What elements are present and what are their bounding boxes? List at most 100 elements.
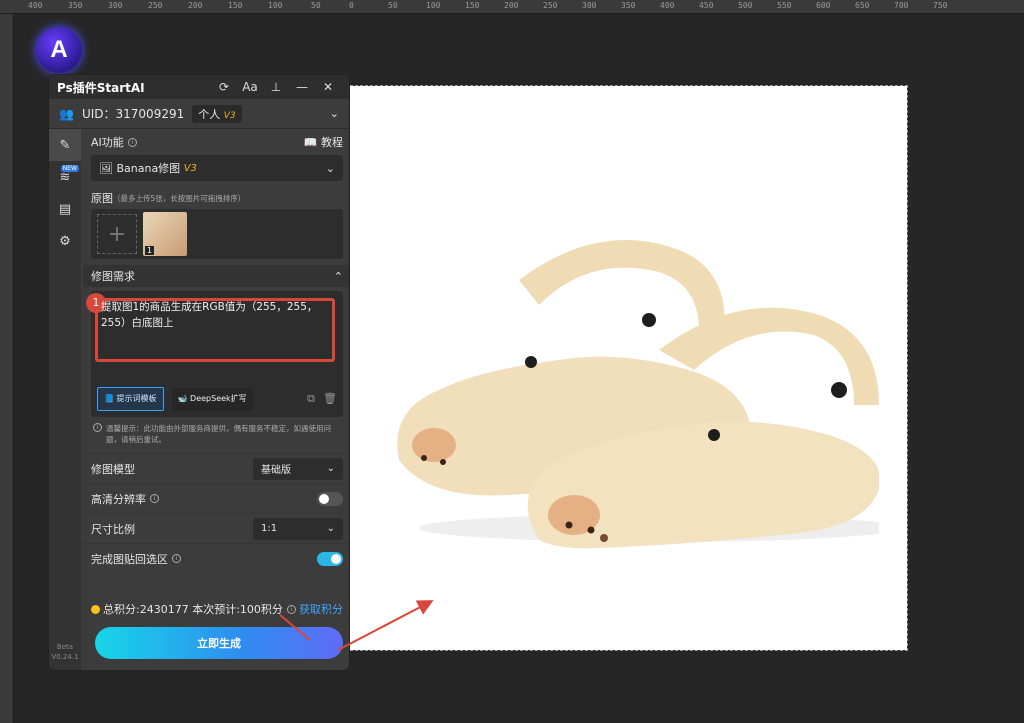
info-icon: i: [93, 423, 102, 432]
ai-feature-label: AI功能: [91, 136, 124, 149]
tip-text: 温馨提示：此功能由外部服务商提供，偶有服务不稳定，如遇使用问题，请稍后重试。: [106, 424, 331, 444]
hd-toggle[interactable]: [317, 491, 343, 506]
add-image-button[interactable]: +: [97, 214, 137, 254]
ruler-label: 100: [268, 1, 283, 10]
total-points: 总积分:2430177: [103, 603, 189, 616]
plan-badge: 个人 V3: [192, 104, 242, 123]
textarea-toolbar: 📘 提示词模板 🐋 DeepSeek扩写 ⧉ 🗑: [97, 387, 337, 411]
history-icon[interactable]: ⧉: [307, 391, 315, 407]
prompt-template-label: 提示词模板: [116, 394, 157, 403]
model-value: 基础版: [261, 465, 291, 476]
requirement-text: 提取图1的商品生成在RGB值为（255，255，255）白底图上: [101, 301, 318, 329]
user-id: UID：317009291: [81, 107, 185, 121]
ruler-label: 450: [699, 1, 714, 10]
generate-button[interactable]: 立即生成: [95, 627, 343, 659]
ratio-label: 尺寸比例: [91, 522, 135, 536]
hd-option: 高清分辨率 i: [83, 483, 349, 513]
close-icon[interactable]: ✕: [315, 80, 341, 94]
chevron-down-icon: ⌄: [326, 523, 335, 534]
refresh-icon[interactable]: ⟳: [211, 80, 237, 94]
requirement-label: 修图需求: [91, 270, 135, 283]
version-label: Beta V0.24.1: [49, 642, 81, 662]
document-icon[interactable]: ▤: [49, 193, 81, 225]
ruler-label: 400: [660, 1, 675, 10]
image-icon: 🖼: [99, 161, 113, 175]
version-beta: Beta: [56, 643, 74, 651]
logo-glyph: A: [50, 36, 68, 63]
layers-icon[interactable]: ≋ NEW: [49, 161, 81, 193]
tip-note: i 温馨提示：此功能由外部服务商提供，偶有服务不稳定，如遇使用问题，请稍后重试。: [93, 423, 341, 445]
product-photo: [397, 240, 879, 549]
plan-label: 个人: [198, 107, 221, 121]
ruler-label: 350: [621, 1, 636, 10]
pin-icon[interactable]: ⊥: [263, 80, 289, 94]
hd-label: 高清分辨率: [91, 492, 146, 506]
paste-back-toggle[interactable]: [317, 551, 343, 566]
ai-feature-value: Banana修图: [116, 162, 181, 175]
left-ruler: [0, 14, 14, 723]
source-thumbnail[interactable]: 1: [143, 212, 187, 256]
edit-icon[interactable]: ✎: [49, 129, 81, 161]
coin-icon: [91, 604, 100, 614]
chevron-up-icon[interactable]: ⌃: [334, 270, 343, 283]
info-icon[interactable]: i: [172, 554, 181, 563]
panel-content: AI功能 i 📖 教程 🖼 Banana修图 V3 ⌄ 原图 （最多上传5张，长按…: [83, 129, 349, 573]
deepseek-expand-button[interactable]: 🐋 DeepSeek扩写: [171, 388, 253, 410]
prompt-template-button[interactable]: 📘 提示词模板: [97, 387, 164, 411]
ruler-label: 200: [188, 1, 203, 10]
ruler-label: 750: [933, 1, 948, 10]
ruler-label: 250: [543, 1, 558, 10]
estimated-cost: 本次预计:100积分: [192, 603, 283, 616]
info-icon[interactable]: i: [150, 494, 159, 503]
ruler-label: 300: [108, 1, 123, 10]
panel-title: Ps插件StartAI: [57, 80, 145, 95]
ruler-label: 150: [228, 1, 243, 10]
panel-titlebar[interactable]: Ps插件StartAI ⟳ Aa ⊥ — ✕: [49, 75, 349, 99]
ruler-label: 700: [894, 1, 909, 10]
info-icon[interactable]: i: [286, 604, 296, 614]
tutorial-link[interactable]: 📖 教程: [304, 134, 343, 150]
ruler-label: 600: [816, 1, 831, 10]
version-number: V0.24.1: [51, 653, 79, 661]
source-image-row: 原图 （最多上传5张，长按图片可拖拽排序）: [83, 187, 349, 209]
get-points-link[interactable]: 获取积分: [299, 601, 343, 617]
ruler-label: 0: [349, 1, 354, 10]
ai-feature-select[interactable]: 🖼 Banana修图 V3 ⌄: [91, 155, 343, 181]
panel-footer: 总积分:2430177 本次预计:100积分 i 获取积分 立即生成: [83, 601, 349, 659]
ratio-select[interactable]: 1:1 ⌄: [253, 517, 343, 540]
user-bar[interactable]: 👥 UID：317009291 个人 V3 ⌄: [49, 99, 349, 129]
info-icon[interactable]: i: [127, 137, 137, 147]
model-select[interactable]: 基础版 ⌄: [253, 457, 343, 480]
ruler-label: 100: [426, 1, 441, 10]
ruler-label: 300: [582, 1, 597, 10]
gear-icon[interactable]: ⚙: [49, 225, 81, 257]
requirement-textarea[interactable]: 1 提取图1的商品生成在RGB值为（255，255，255）白底图上 📘 提示词…: [86, 291, 343, 417]
model-label: 修图模型: [91, 462, 135, 476]
paste-back-label: 完成图贴回选区: [91, 552, 168, 566]
font-size-icon[interactable]: Aa: [237, 80, 263, 94]
users-icon: 👥: [59, 106, 74, 121]
new-badge: NEW: [60, 165, 79, 172]
tutorial-label: 教程: [321, 136, 343, 149]
ai-feature-row: AI功能 i 📖 教程: [83, 131, 349, 153]
startai-logo[interactable]: A: [36, 27, 82, 73]
ratio-option: 尺寸比例 1:1 ⌄: [83, 513, 349, 543]
plan-version: V3: [223, 110, 236, 121]
minimize-icon[interactable]: —: [289, 80, 315, 94]
ruler-label: 400: [28, 1, 43, 10]
source-image-label: 原图: [91, 192, 113, 205]
document-canvas[interactable]: [330, 85, 908, 651]
chevron-down-icon[interactable]: ⌄: [330, 107, 339, 120]
image-upload-area: + 1: [91, 209, 343, 259]
thumbnail-index: 1: [145, 246, 155, 255]
panel-sidebar: ✎ ≋ NEW ▤ ⚙ Beta V0.24.1: [49, 129, 81, 670]
ruler-label: 50: [388, 1, 398, 10]
ruler-label: 500: [738, 1, 753, 10]
trash-icon[interactable]: 🗑: [323, 391, 337, 407]
ruler-label: 350: [68, 1, 83, 10]
paste-back-option: 完成图贴回选区 i: [83, 543, 349, 573]
plugin-panel: Ps插件StartAI ⟳ Aa ⊥ — ✕ 👥 UID：317009291 个…: [48, 74, 350, 671]
requirement-header[interactable]: 修图需求 ⌃: [83, 265, 349, 287]
ai-feature-version: V3: [183, 162, 197, 174]
ruler-label: 650: [855, 1, 870, 10]
